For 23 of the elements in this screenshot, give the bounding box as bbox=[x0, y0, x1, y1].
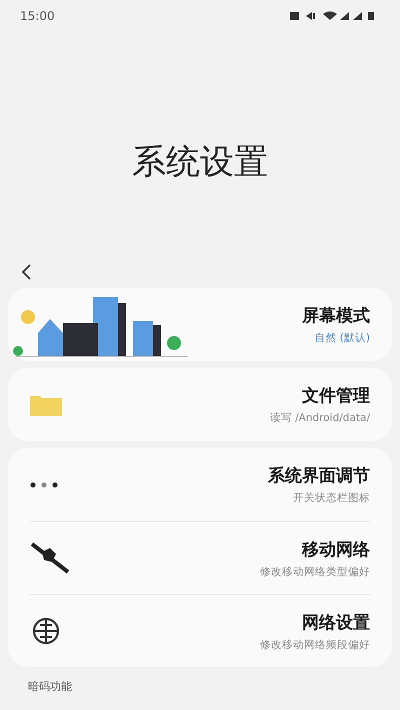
settings-item[interactable]: 文件管理 读写 /Android/data/ bbox=[8, 368, 392, 441]
item-subtitle: 修改移动网络类型偏好 bbox=[260, 564, 370, 578]
status-time: 15:00 bbox=[20, 9, 55, 23]
settings-item[interactable]: 移动网络 修改移动网络类型偏好 bbox=[30, 521, 370, 594]
item-title: 网络设置 bbox=[302, 612, 370, 634]
section-label: 暗码功能 bbox=[28, 679, 73, 694]
globe-icon bbox=[30, 617, 62, 645]
settings-item[interactable]: 系统界面调节 开关状态栏图标 bbox=[8, 448, 392, 521]
dots-icon bbox=[30, 482, 58, 488]
settings-item[interactable]: 屏幕模式 自然 (默认) bbox=[8, 288, 392, 361]
item-title: 文件管理 bbox=[302, 385, 370, 407]
item-subtitle: 开关状态栏图标 bbox=[293, 491, 370, 505]
folder-icon bbox=[30, 394, 62, 416]
item-title: 屏幕模式 bbox=[302, 305, 370, 327]
item-subtitle: 修改移动网络频段偏好 bbox=[260, 638, 370, 652]
slashed-shape-icon bbox=[30, 542, 70, 574]
back-icon[interactable] bbox=[20, 264, 32, 280]
page-title: 系统设置 bbox=[131, 142, 269, 182]
item-title: 移动网络 bbox=[302, 538, 370, 560]
item-title: 系统界面调节 bbox=[268, 465, 370, 487]
item-subtitle: 读写 /Android/data/ bbox=[270, 411, 370, 425]
settings-item[interactable]: 网络设置 修改移动网络频段偏好 bbox=[30, 594, 370, 667]
item-subtitle: 自然 (默认) bbox=[314, 331, 370, 345]
